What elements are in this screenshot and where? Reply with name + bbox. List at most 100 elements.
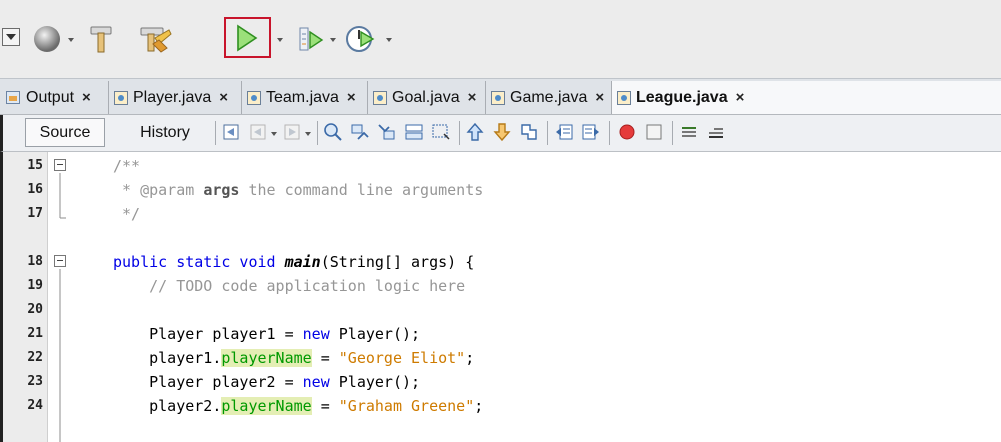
code-editor[interactable]: 15 /** 16 * @param args the command line… [0, 152, 1001, 442]
tab-team-java[interactable]: Team.java × [242, 81, 368, 114]
code-text: player1.playerName = "George Eliot"; [113, 346, 474, 370]
string-token: "George Eliot" [338, 349, 466, 367]
clean-build-icon[interactable] [136, 21, 174, 57]
tab-label: Team.java [266, 88, 339, 106]
globe-icon[interactable] [30, 22, 64, 56]
toggle-rectangular-selection-icon[interactable] [431, 122, 451, 142]
tab-output[interactable]: Output × [1, 81, 109, 114]
toolbar-separator [459, 121, 460, 145]
back-icon[interactable] [249, 122, 269, 142]
java-file-icon [617, 90, 631, 105]
source-tab-button[interactable]: Source [25, 118, 105, 147]
code-token: Player(); [329, 325, 421, 343]
code-token: = [311, 397, 339, 415]
last-edit-icon[interactable] [222, 122, 242, 142]
hammer-build-icon[interactable] [86, 22, 116, 56]
tab-goal-java[interactable]: Goal.java × [368, 81, 486, 114]
java-file-icon [247, 90, 261, 105]
close-icon[interactable]: × [595, 89, 604, 106]
comment-token: * @param [113, 181, 204, 199]
close-icon[interactable]: × [347, 89, 356, 106]
fold-toggle-icon[interactable] [54, 255, 66, 267]
profile-project-icon[interactable] [344, 21, 378, 57]
menu-dropdown-icon[interactable] [2, 28, 20, 46]
line-number: 22 [27, 350, 43, 365]
comment-token: */ [113, 205, 141, 223]
close-icon[interactable]: × [468, 89, 477, 106]
code-token: (String[] args) { [320, 253, 475, 271]
editor-toolbar: Source History [0, 115, 1001, 152]
find-previous-icon[interactable] [350, 122, 370, 142]
code-text: Player player2 = new Player(); [113, 370, 420, 394]
run-button-highlight [224, 17, 271, 58]
code-token: ; [465, 349, 475, 367]
toggle-highlight-search-icon[interactable] [404, 122, 424, 142]
method-name-token: main [284, 253, 321, 271]
history-tab-button[interactable]: History [127, 118, 203, 147]
shift-line-right-icon[interactable] [581, 122, 601, 142]
code-token: player2. [113, 397, 222, 415]
toolbar-separator [672, 121, 673, 145]
keyword-token: public static void [113, 253, 285, 271]
comment-icon[interactable] [679, 122, 699, 142]
find-next-icon[interactable] [377, 122, 397, 142]
find-selection-icon[interactable] [323, 122, 343, 142]
code-line: 24 player2.playerName = "Graham Greene"; [3, 394, 1001, 418]
tab-label: Player.java [133, 88, 212, 106]
stop-macro-recording-icon[interactable] [644, 122, 664, 142]
close-icon[interactable]: × [82, 89, 91, 106]
line-number: 23 [27, 374, 43, 389]
start-macro-recording-icon[interactable] [617, 122, 637, 142]
code-token: = [311, 349, 339, 367]
code-line: 21 Player player1 = new Player(); [3, 322, 1001, 346]
code-line: 19 // TODO code application logic here [3, 274, 1001, 298]
forward-icon[interactable] [283, 122, 303, 142]
run-dropdown-icon[interactable] [277, 38, 283, 42]
fold-toggle-icon[interactable] [54, 159, 66, 171]
keyword-token: new [302, 325, 330, 343]
code-line: 22 player1.playerName = "George Eliot"; [3, 346, 1001, 370]
globe-dropdown-icon[interactable] [68, 38, 74, 42]
java-file-icon [373, 90, 387, 105]
code-line: 15 /** [3, 154, 1001, 178]
code-token: Player player1 = [113, 325, 303, 343]
tab-league-java[interactable]: League.java × [612, 81, 1001, 114]
code-text: player2.playerName = "Graham Greene"; [113, 394, 483, 418]
shift-line-left-icon[interactable] [554, 122, 574, 142]
toolbar-separator [215, 121, 216, 145]
tab-label: Goal.java [392, 88, 460, 106]
keyword-token: new [302, 373, 330, 391]
uncomment-icon[interactable] [706, 122, 726, 142]
code-line: 16 * @param args the command line argume… [3, 178, 1001, 202]
code-text: // TODO code application logic here [113, 274, 465, 298]
java-file-icon [114, 90, 128, 105]
code-token: Player(); [329, 373, 421, 391]
line-number: 19 [27, 278, 43, 293]
toggle-bookmark-icon[interactable] [519, 122, 539, 142]
line-number: 24 [27, 398, 43, 413]
next-bookmark-icon[interactable] [492, 122, 512, 142]
close-icon[interactable]: × [736, 89, 745, 106]
code-line: 23 Player player2 = new Player(); [3, 370, 1001, 394]
output-icon [6, 91, 20, 104]
back-dropdown-icon[interactable] [271, 132, 277, 136]
toolbar-separator [609, 121, 610, 145]
line-number: 15 [27, 158, 43, 173]
code-text: Player player1 = new Player(); [113, 322, 420, 346]
tab-label: League.java [636, 88, 728, 106]
string-token: "Graham Greene" [338, 397, 475, 415]
field-token: playerName [221, 349, 312, 367]
line-number: 18 [27, 254, 43, 269]
tab-player-java[interactable]: Player.java × [109, 81, 242, 114]
toolbar-separator [547, 121, 548, 145]
close-icon[interactable]: × [219, 89, 228, 106]
code-token: player1. [113, 349, 222, 367]
forward-dropdown-icon[interactable] [305, 132, 311, 136]
profile-dropdown-icon[interactable] [386, 38, 392, 42]
field-token: playerName [221, 397, 312, 415]
line-number: 20 [27, 302, 43, 317]
debug-dropdown-icon[interactable] [330, 38, 336, 42]
previous-bookmark-icon[interactable] [465, 122, 485, 142]
tab-game-java[interactable]: Game.java × [486, 81, 612, 114]
debug-project-icon[interactable] [296, 22, 326, 56]
